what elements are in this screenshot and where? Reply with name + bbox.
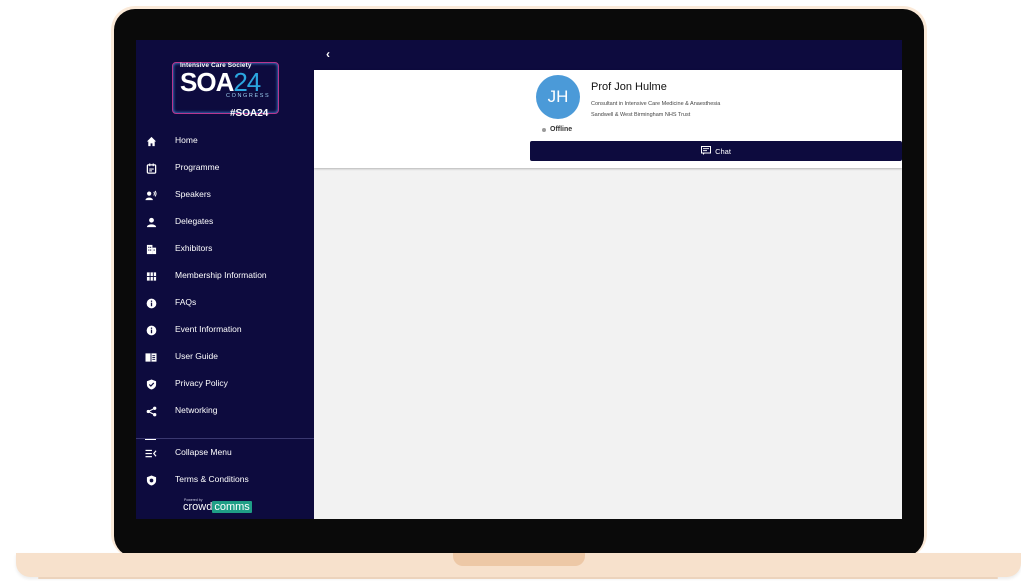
sidebar-item-membership-information[interactable]: Membership Information xyxy=(136,262,314,289)
person-icon xyxy=(145,216,157,228)
terms-conditions-label: Terms & Conditions xyxy=(175,474,249,484)
status-badge: Offline xyxy=(542,126,572,133)
crowdcomms-logo-right: comms xyxy=(212,501,252,513)
event-logo[interactable]: Intensive Care Society SOA24 CONGRESS #S… xyxy=(170,52,282,120)
sidebar-item-label: Exhibitors xyxy=(175,243,213,253)
sidebar-item-event-information[interactable]: Event Information xyxy=(136,316,314,343)
info-icon xyxy=(145,324,157,336)
top-bar: ‹ xyxy=(314,40,902,70)
terms-conditions-link[interactable]: Terms & Conditions xyxy=(136,466,314,493)
speaker-profile-card: JH Prof Jon Hulme Consultant in Intensiv… xyxy=(314,70,902,168)
profile-organisation: Sandwell & West Birmingham NHS Trust xyxy=(591,112,691,118)
sidebar-item-delegates[interactable]: Delegates xyxy=(136,208,314,235)
info-icon xyxy=(145,297,157,309)
profile-name: Prof Jon Hulme xyxy=(591,81,667,93)
sidebar-item-label: Delegates xyxy=(175,216,214,226)
sidebar: Intensive Care Society SOA24 CONGRESS #S… xyxy=(136,40,314,519)
sidebar-item-programme[interactable]: Programme xyxy=(136,154,314,181)
collapse-menu-icon xyxy=(145,447,157,459)
sidebar-item-user-guide[interactable]: User Guide xyxy=(136,343,314,370)
building-icon xyxy=(145,243,157,255)
book-icon xyxy=(145,351,157,363)
logo-hashtag: #SOA24 xyxy=(230,108,269,119)
share-icon xyxy=(145,405,157,417)
sidebar-item-label: Speakers xyxy=(175,189,211,199)
collapse-menu-button[interactable]: Collapse Menu xyxy=(136,439,314,466)
app-screen: Intensive Care Society SOA24 CONGRESS #S… xyxy=(136,40,902,519)
sidebar-item-label: Event Information xyxy=(175,324,242,334)
collapse-menu-label: Collapse Menu xyxy=(175,447,232,457)
speaker-icon xyxy=(145,189,157,201)
calendar-icon xyxy=(145,162,157,174)
sidebar-item-label: Networking xyxy=(175,405,218,415)
chat-button[interactable]: Chat xyxy=(530,141,902,161)
sidebar-item-label: FAQs xyxy=(175,297,197,307)
logo-subtitle: CONGRESS xyxy=(226,93,271,99)
crowdcomms-logo: crowd comms xyxy=(183,501,252,513)
sidebar-item-exhibitors[interactable]: Exhibitors xyxy=(136,235,314,262)
shield-icon xyxy=(145,378,157,390)
sidebar-nav: Home Programme Speakers Delegates Exhibi… xyxy=(136,127,314,424)
chat-icon xyxy=(701,142,712,160)
status-text: Offline xyxy=(550,126,573,133)
sidebar-item-home[interactable]: Home xyxy=(136,127,314,154)
document-shield-icon xyxy=(145,474,157,486)
sidebar-item-privacy-policy[interactable]: Privacy Policy xyxy=(136,370,314,397)
chat-button-label: Chat xyxy=(715,146,731,156)
laptop-notch xyxy=(453,553,585,566)
status-dot-icon xyxy=(542,127,546,132)
sidebar-item-speakers[interactable]: Speakers xyxy=(136,181,314,208)
sidebar-item-networking[interactable]: Networking xyxy=(136,397,314,424)
profile-role: Consultant in Intensive Care Medicine & … xyxy=(591,101,721,107)
laptop-base-shadow xyxy=(38,577,998,579)
sidebar-item-label: Privacy Policy xyxy=(175,378,228,388)
grid-icon xyxy=(145,270,157,282)
avatar: JH xyxy=(536,75,580,119)
sidebar-item-label: Home xyxy=(175,135,198,145)
back-chevron-icon[interactable]: ‹ xyxy=(326,47,330,61)
crowdcomms-logo-left: crowd xyxy=(183,501,213,513)
sidebar-item-label: Programme xyxy=(175,162,220,172)
sidebar-item-faqs[interactable]: FAQs xyxy=(136,289,314,316)
sidebar-item-label: User Guide xyxy=(175,351,218,361)
logo-title: SOA24 xyxy=(180,69,261,95)
home-icon xyxy=(145,135,157,147)
sidebar-item-label: Membership Information xyxy=(175,270,267,280)
